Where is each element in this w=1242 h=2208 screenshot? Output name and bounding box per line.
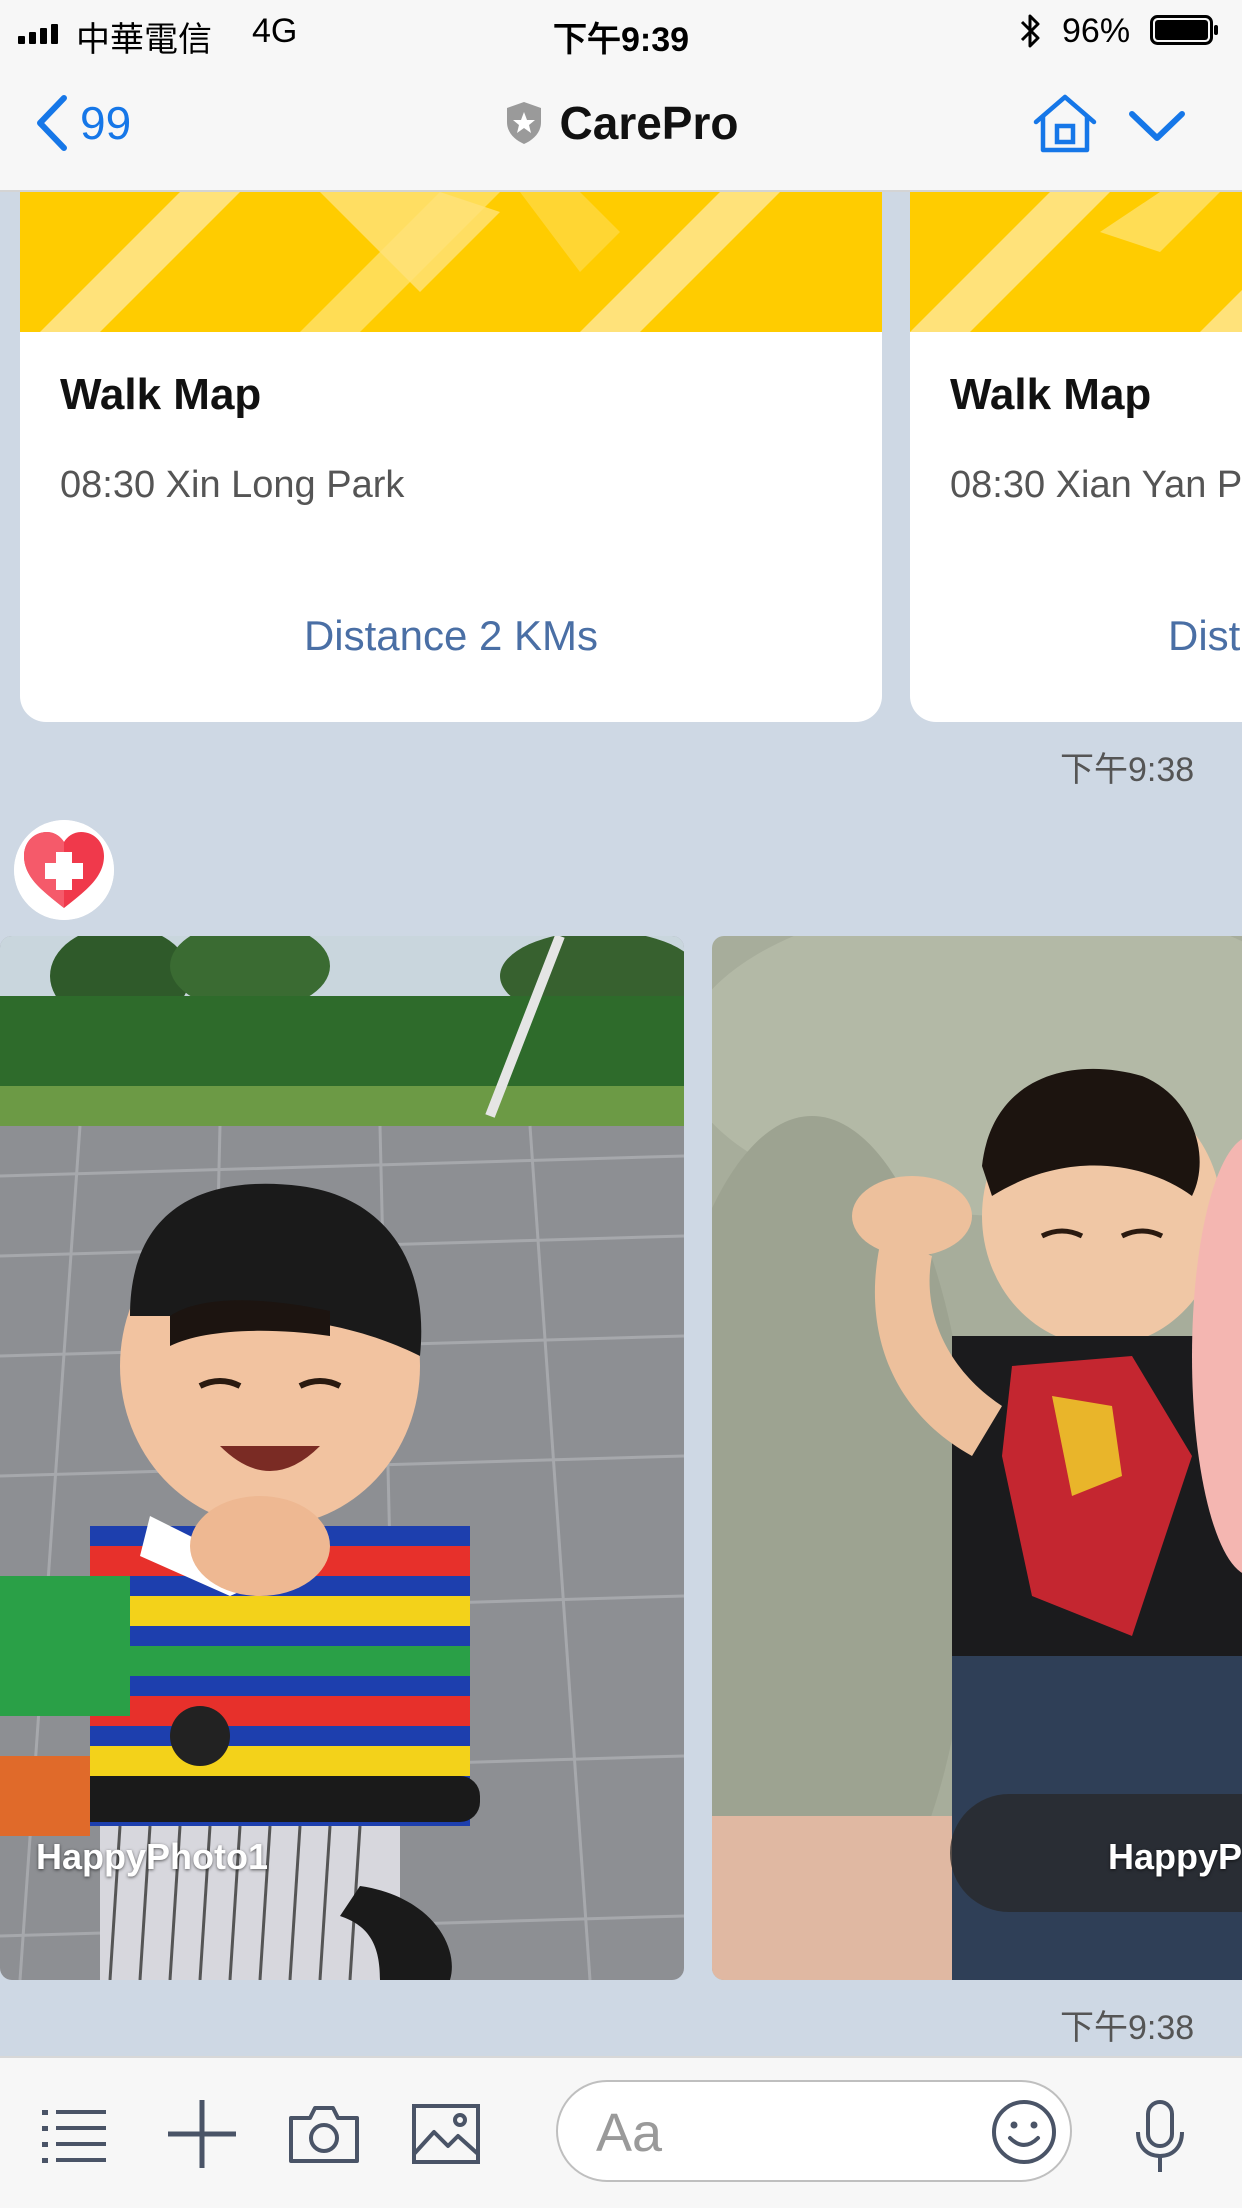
message-input-field[interactable]	[556, 2080, 1072, 2182]
navigation-bar: 99 CarePro	[0, 62, 1242, 192]
walk-map-card[interactable]: Walk Map 08:30 Xian Yan P Dist	[910, 192, 1242, 722]
shield-star-icon	[506, 102, 541, 144]
avatar[interactable]	[14, 820, 114, 920]
status-bar: 中華電信 4G 下午9:39 96%	[0, 0, 1242, 62]
image-gallery-icon[interactable]	[412, 2104, 480, 2164]
photo-card[interactable]: HappyPhoto1	[0, 936, 684, 1980]
card-title: Walk Map	[60, 370, 262, 419]
status-time: 下午9:39	[552, 21, 690, 59]
plus-icon[interactable]	[166, 2098, 238, 2170]
card-banner	[910, 192, 1242, 332]
message-timestamp: 下午9:38	[1060, 2009, 1195, 2047]
photo-boy-on-bike	[0, 936, 684, 1980]
chat-screen: 中華電信 4G 下午9:39 96% 99 CarePro Walk Map 0…	[0, 0, 1242, 2208]
card-banner	[20, 192, 882, 332]
menu-list-icon[interactable]	[42, 2108, 108, 2164]
battery-percentage: 96%	[1062, 12, 1131, 50]
message-toolbar	[0, 2056, 1242, 2208]
camera-icon[interactable]	[288, 2104, 360, 2164]
chevron-down-icon[interactable]	[1126, 106, 1188, 144]
chat-messages[interactable]: Walk Map 08:30 Xin Long Park Distance 2 …	[0, 192, 1242, 2054]
battery-icon	[1150, 15, 1218, 45]
message-timestamp: 下午9:38	[1060, 751, 1195, 789]
card-subtitle: 08:30 Xian Yan P	[950, 464, 1242, 506]
photo-caption: HappyP	[1108, 1836, 1242, 1877]
chat-title: CarePro	[559, 97, 739, 149]
home-icon[interactable]	[1030, 92, 1100, 156]
heart-plus-icon	[14, 820, 114, 920]
card-title: Walk Map	[950, 370, 1152, 419]
photo-caption: HappyPhoto1	[36, 1836, 269, 1877]
bluetooth-icon	[1020, 14, 1040, 48]
distance-link[interactable]: Distance 2 KMs	[20, 612, 882, 660]
emoji-icon[interactable]	[990, 2098, 1058, 2166]
distance-link[interactable]: Dist	[1168, 612, 1240, 660]
photo-card[interactable]: HappyP	[712, 936, 1242, 1980]
walk-map-card[interactable]: Walk Map 08:30 Xin Long Park Distance 2 …	[20, 192, 882, 722]
microphone-icon[interactable]	[1134, 2100, 1186, 2174]
card-subtitle: 08:30 Xin Long Park	[60, 464, 405, 506]
message-input[interactable]	[594, 2102, 958, 2164]
